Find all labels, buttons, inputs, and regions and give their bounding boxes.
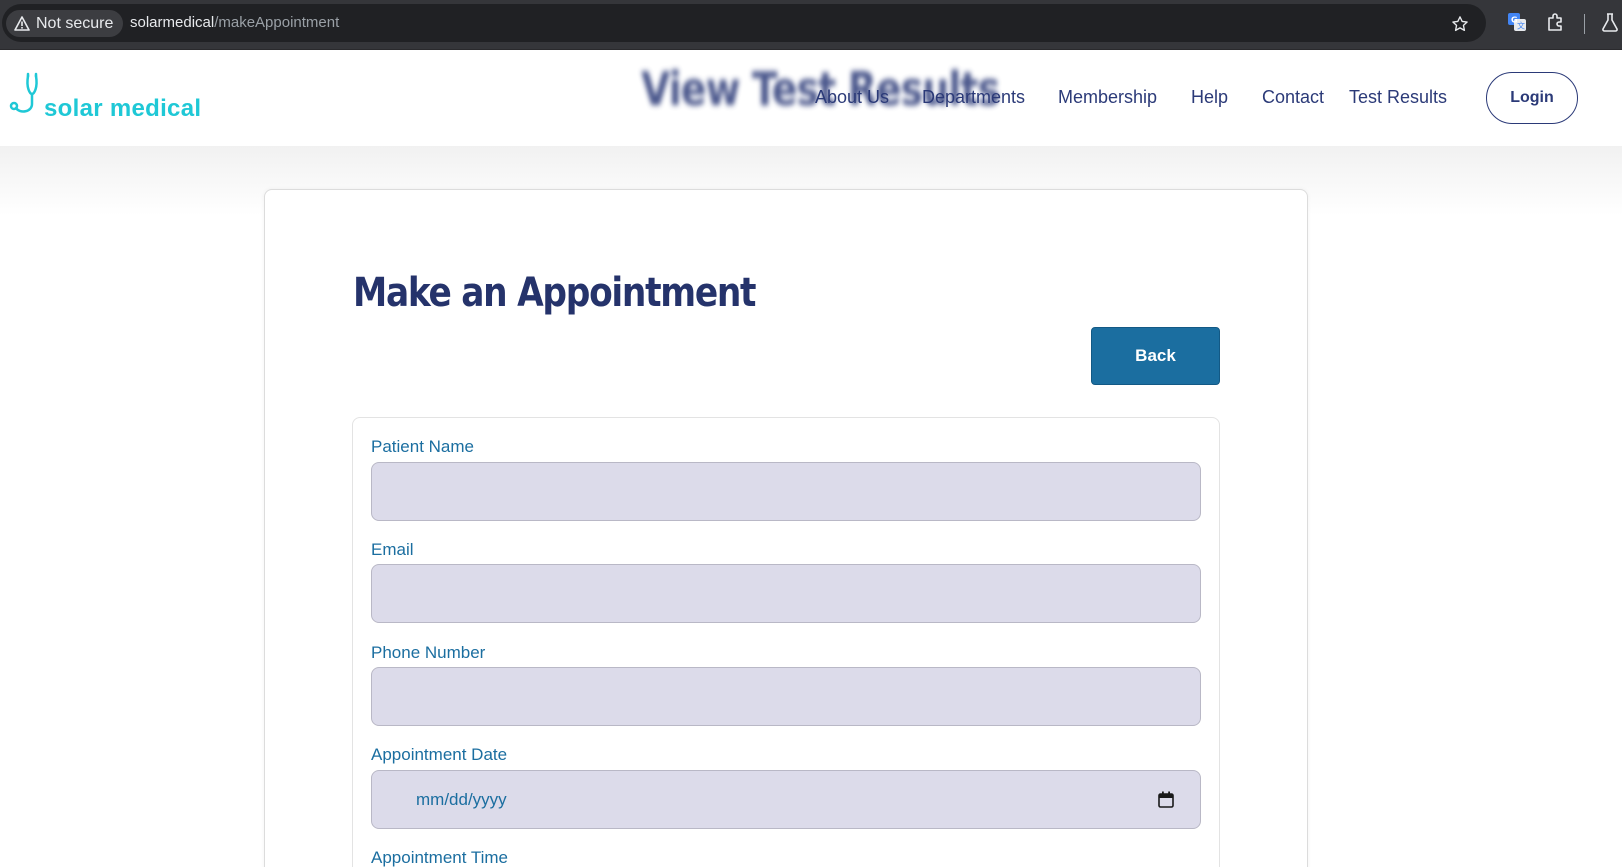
labs-flask-icon[interactable] [1601,12,1619,37]
svg-text:文: 文 [1517,21,1525,31]
stethoscope-icon [6,72,40,123]
nav-about-us[interactable]: About Us [815,87,889,108]
bookmark-star-icon[interactable] [1451,15,1469,38]
patient-name-label: Patient Name [371,437,474,456]
translate-icon[interactable]: G文 [1507,12,1527,37]
security-label: Not secure [36,14,114,32]
page-title: Make an Appointment [353,270,757,316]
warning-icon [14,16,30,31]
site-logo[interactable]: solar medical [6,72,201,123]
patient-name-input[interactable] [371,462,1201,521]
logo-text: solar medical [44,95,202,122]
url-host: solarmedical [130,14,215,31]
login-button[interactable]: Login [1486,72,1578,124]
phone-number-label: Phone Number [371,643,486,662]
browser-toolbar: Not secure solarmedical/makeAppointment … [0,0,1622,50]
nav-departments[interactable]: Departments [922,87,1025,108]
toolbar-divider [1584,14,1585,34]
nav-membership[interactable]: Membership [1058,87,1157,108]
email-input[interactable] [371,564,1201,623]
nav-contact[interactable]: Contact [1262,87,1324,108]
security-indicator[interactable]: Not secure [6,10,123,37]
nav-test-results[interactable]: Test Results [1349,87,1447,108]
appointment-time-label: Appointment Time [371,848,509,867]
phone-number-input[interactable] [371,667,1201,726]
url-text[interactable]: solarmedical/makeAppointment [130,14,339,31]
url-path: /makeAppointment [214,14,340,31]
email-label: Email [371,540,414,559]
calendar-icon[interactable] [1158,791,1174,813]
site-header: solar medical View Test Results About Us… [0,50,1622,146]
back-button[interactable]: Back [1091,327,1220,385]
date-placeholder: mm/dd/yyyy [416,790,507,809]
address-bar[interactable]: Not secure solarmedical/makeAppointment [2,4,1486,42]
appointment-date-label: Appointment Date [371,745,508,764]
appointment-date-input[interactable]: mm/dd/yyyy [371,770,1201,829]
extensions-puzzle-icon[interactable] [1546,12,1566,37]
nav-help[interactable]: Help [1191,87,1228,108]
